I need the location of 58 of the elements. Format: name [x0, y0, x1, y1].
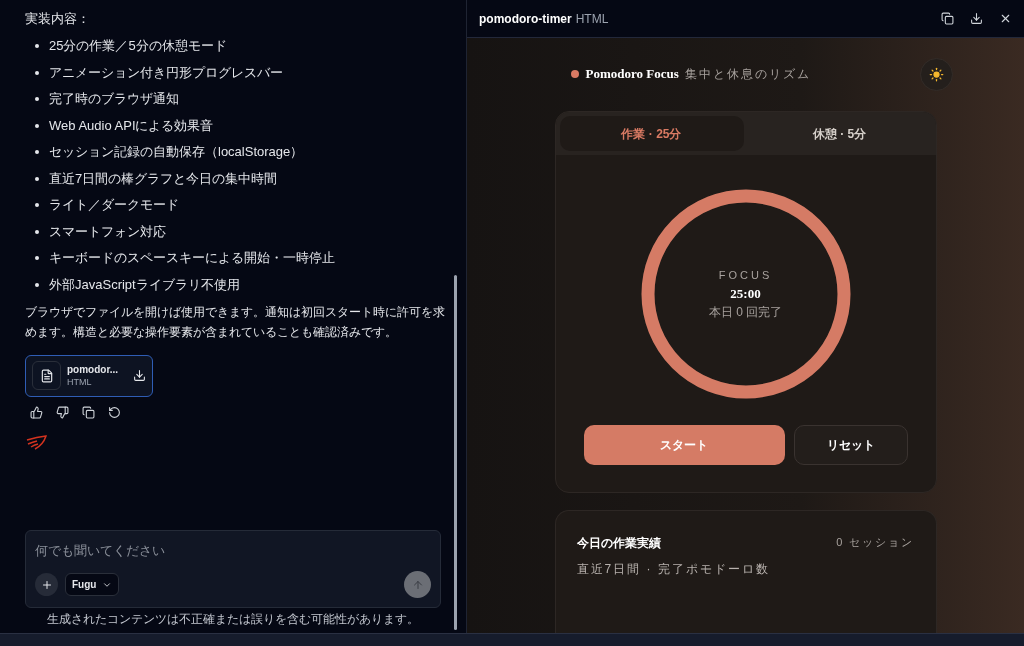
copy-icon[interactable] — [82, 405, 95, 419]
reset-button[interactable]: リセット — [793, 425, 908, 465]
add-button[interactable] — [35, 573, 58, 596]
file-type: HTML — [67, 375, 93, 389]
list-item-text: 完了時のブラウザ通知 — [49, 90, 179, 108]
sun-icon — [928, 66, 944, 82]
theme-toggle[interactable] — [919, 57, 953, 91]
message-input[interactable]: 何でも聞いてください — [35, 541, 431, 561]
bullet-icon — [35, 70, 39, 75]
bullet-icon — [35, 97, 39, 101]
close-icon[interactable] — [999, 12, 1012, 25]
section-heading: 実装内容： — [25, 10, 90, 28]
mode-label: FOCUS — [718, 268, 773, 283]
copy-icon[interactable] — [941, 12, 954, 25]
brand-title: Pomodoro Focus — [585, 65, 679, 84]
session-count: 0 セッション — [836, 535, 915, 550]
arrow-up-icon — [411, 578, 424, 591]
plus-icon — [40, 578, 53, 591]
bullet-icon — [35, 150, 39, 154]
list-item-text: キーボードのスペースキーによる開始・一時停止 — [49, 249, 335, 267]
list-item-text: Web Audio APIによる効果音 — [49, 116, 214, 135]
bullet-icon — [35, 44, 39, 48]
model-select[interactable]: Fugu — [65, 573, 120, 596]
send-button[interactable] — [404, 571, 431, 598]
list-item-text: セッション記録の自動保存（localStorage） — [49, 143, 304, 161]
stats-subtitle: 直近7日間 · 完了ポモドーロ数 — [576, 561, 771, 578]
logo-icon — [25, 434, 47, 451]
download-icon[interactable] — [970, 12, 983, 25]
bullet-icon — [35, 282, 39, 287]
scrollbar[interactable] — [454, 275, 457, 630]
thumbs-down-icon[interactable] — [56, 405, 69, 419]
retry-icon[interactable] — [108, 405, 121, 419]
timer-display: 25:00 — [730, 284, 761, 303]
paragraph: ブラウザでファイルを開けば使用できます。通知は初回スタート時に許可を求めます。構造と必要な操作要素が含まれていることも確認済みです。 — [25, 303, 446, 341]
file-icon — [32, 361, 61, 390]
list-item-text: ライト／ダークモード — [49, 196, 179, 214]
list-item-text: アニメーション付き円形プログレスバー — [49, 63, 283, 82]
bullet-icon — [35, 203, 39, 207]
stats-title: 今日の作業実績 — [576, 535, 661, 552]
mode-tab[interactable]: 休憩 · 5分 — [747, 116, 932, 151]
list-item-text: 外部JavaScriptライブラリ不使用 — [49, 275, 240, 294]
tagline: 集中と休息のリズム — [684, 66, 811, 83]
bullet-icon — [35, 229, 39, 234]
list-item-text: 25分の作業／5分の休憩モード — [49, 37, 227, 55]
list-item-text: 直近7日間の棒グラフと今日の集中時間 — [49, 169, 278, 188]
completed-count: 本日 0 回完了 — [708, 304, 783, 321]
thumbs-up-icon[interactable] — [30, 405, 43, 419]
bullet-icon — [35, 256, 39, 260]
preview-title: pomodoro-timer — [479, 10, 572, 28]
disclaimer: 生成されたコンテンツは不正確または誤りを含む可能性があります。 — [46, 611, 420, 627]
list-item-text: スマートフォン対応 — [49, 222, 166, 241]
mode-tab[interactable]: 作業 · 25分 — [559, 116, 744, 151]
preview-type: HTML — [575, 10, 609, 28]
file-card[interactable]: pomodor... HTML — [25, 354, 153, 397]
file-name: pomodor... — [67, 362, 120, 376]
bullet-icon — [35, 176, 39, 181]
bullet-icon — [35, 123, 39, 128]
download-icon[interactable] — [133, 369, 146, 382]
